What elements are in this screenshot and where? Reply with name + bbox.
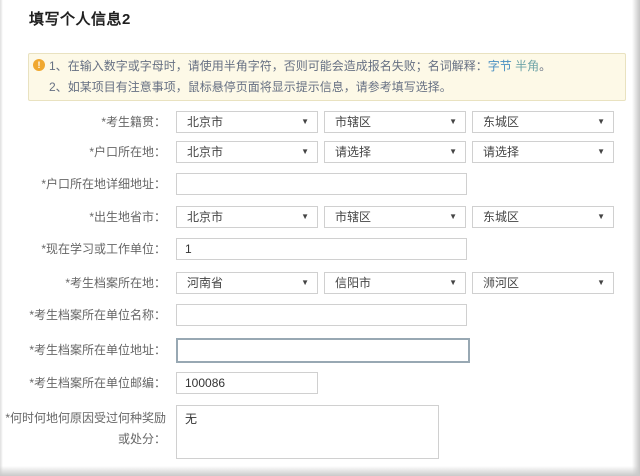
- notice-item-2: 2、如某项目有注意事项，鼠标悬停页面将显示提示信息，请参考填写选择。: [49, 77, 619, 98]
- chevron-down-icon: ▼: [449, 112, 457, 132]
- select-birthplace-city[interactable]: 市辖区 ▼: [324, 206, 466, 228]
- notice-box: ! 1、在输入数字或字母时，请使用半角字符，否则可能会造成报名失败；名词解释：字…: [28, 53, 626, 101]
- select-native-place-province[interactable]: 北京市 ▼: [176, 111, 318, 133]
- select-archive-district[interactable]: 浉河区 ▼: [472, 272, 614, 294]
- select-household-province-value: 北京市: [187, 142, 223, 162]
- label-current-study-or-work-unit: *现在学习或工作单位：: [0, 238, 166, 260]
- notice-item-1-number: 1、: [49, 59, 68, 73]
- chevron-down-icon: ▼: [449, 207, 457, 227]
- notice-item-2-number: 2、: [49, 80, 68, 94]
- notice-item-1-text: 在输入数字或字母时，请使用半角字符，否则可能会造成报名失败；名词解释：: [68, 59, 488, 73]
- select-native-place-province-value: 北京市: [187, 112, 223, 132]
- select-archive-province-value: 河南省: [187, 273, 223, 293]
- chevron-down-icon: ▼: [597, 273, 605, 293]
- personal-info-form-page: 填写个人信息2 ! 1、在输入数字或字母时，请使用半角字符，否则可能会造成报名失…: [0, 0, 640, 476]
- awards-punishments-textarea[interactable]: 无: [176, 405, 439, 459]
- select-household-city-value: 请选择: [335, 142, 371, 162]
- label-awards-punishments: *何时何地何原因受过何种奖励 或处分：: [0, 405, 166, 450]
- label-archive-location: *考生档案所在地：: [0, 272, 166, 294]
- chevron-down-icon: ▼: [301, 142, 309, 162]
- select-native-place-district-value: 东城区: [483, 112, 519, 132]
- screenshot-edge-shade-left: [0, 0, 3, 476]
- select-birthplace-province[interactable]: 北京市 ▼: [176, 206, 318, 228]
- select-archive-city-value: 信阳市: [335, 273, 371, 293]
- label-household-registration-location: *户口所在地：: [0, 141, 166, 163]
- chevron-down-icon: ▼: [597, 112, 605, 132]
- select-birthplace-district-value: 东城区: [483, 207, 519, 227]
- chevron-down-icon: ▼: [301, 112, 309, 132]
- select-household-district-value: 请选择: [483, 142, 519, 162]
- notice-item-2-text: 如某项目有注意事项，鼠标悬停页面将显示提示信息，请参考填写选择。: [68, 80, 452, 94]
- select-birthplace-city-value: 市辖区: [335, 207, 371, 227]
- page-title: 填写个人信息2: [29, 8, 131, 29]
- select-archive-district-value: 浉河区: [483, 273, 519, 293]
- label-awards-punishments-line2: 或处分：: [118, 432, 166, 446]
- screenshot-edge-shade-right: [632, 0, 640, 476]
- halfwidth-term-link[interactable]: 半角: [515, 59, 539, 73]
- archive-unit-address-input[interactable]: [176, 338, 470, 363]
- chevron-down-icon: ▼: [597, 142, 605, 162]
- chevron-down-icon: ▼: [301, 273, 309, 293]
- screenshot-edge-shade-bottom: [0, 466, 640, 476]
- notice-item-1: 1、在输入数字或字母时，请使用半角字符，否则可能会造成报名失败；名词解释：字节 …: [49, 56, 619, 77]
- select-archive-city[interactable]: 信阳市 ▼: [324, 272, 466, 294]
- select-household-province[interactable]: 北京市 ▼: [176, 141, 318, 163]
- label-household-detailed-address: *户口所在地详细地址：: [0, 173, 166, 195]
- select-household-district[interactable]: 请选择 ▼: [472, 141, 614, 163]
- chevron-down-icon: ▼: [449, 273, 457, 293]
- label-candidate-native-place: *考生籍贯：: [0, 111, 166, 133]
- label-archive-unit-postcode: *考生档案所在单位邮编：: [0, 372, 166, 394]
- label-awards-punishments-line1: *何时何地何原因受过何种奖励: [5, 411, 166, 425]
- archive-unit-name-input[interactable]: [176, 304, 467, 326]
- notice-item-1-period: 。: [539, 59, 551, 73]
- select-household-city[interactable]: 请选择 ▼: [324, 141, 466, 163]
- select-archive-province[interactable]: 河南省 ▼: [176, 272, 318, 294]
- current-study-or-work-unit-input[interactable]: [176, 238, 467, 260]
- chevron-down-icon: ▼: [597, 207, 605, 227]
- select-birthplace-district[interactable]: 东城区 ▼: [472, 206, 614, 228]
- household-detailed-address-input[interactable]: [176, 173, 467, 195]
- label-archive-unit-address: *考生档案所在单位地址：: [0, 338, 166, 363]
- select-native-place-city[interactable]: 市辖区 ▼: [324, 111, 466, 133]
- select-native-place-district[interactable]: 东城区 ▼: [472, 111, 614, 133]
- warning-icon: !: [33, 59, 45, 71]
- archive-unit-postcode-input[interactable]: [176, 372, 318, 394]
- byte-term-link[interactable]: 字节: [488, 59, 512, 73]
- select-native-place-city-value: 市辖区: [335, 112, 371, 132]
- chevron-down-icon: ▼: [301, 207, 309, 227]
- chevron-down-icon: ▼: [449, 142, 457, 162]
- label-archive-unit-name: *考生档案所在单位名称：: [0, 304, 166, 326]
- select-birthplace-province-value: 北京市: [187, 207, 223, 227]
- label-birthplace: *出生地省市：: [0, 206, 166, 228]
